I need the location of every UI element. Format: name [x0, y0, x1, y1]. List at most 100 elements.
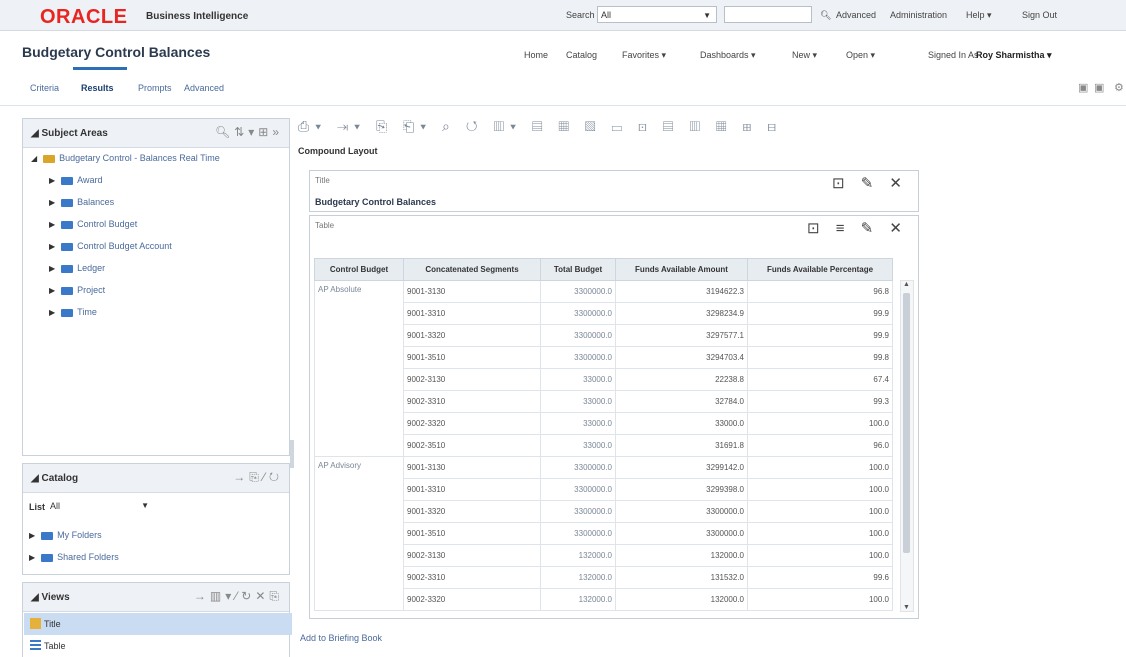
funds-pct-cell: 96.0 [747, 434, 893, 457]
total-budget-cell: 3300000.0 [540, 280, 616, 303]
settings-icon[interactable]: ⚙ [1114, 81, 1124, 94]
title-view-box: Title Budgetary Control Balances ⊡ ✎ ✕ [309, 170, 919, 212]
table-view-label: Table [315, 221, 335, 230]
title-view-actions[interactable]: ⊡ ✎ ✕ [832, 174, 908, 192]
folder-time[interactable]: ▶ Time [49, 307, 97, 317]
total-budget-cell: 3300000.0 [540, 522, 616, 545]
total-budget-cell: 132000.0 [540, 588, 616, 611]
funds-pct-cell: 100.0 [747, 456, 893, 479]
total-budget-cell: 3300000.0 [540, 500, 616, 523]
folder-project[interactable]: ▶ Project [49, 285, 105, 295]
search-scope-value: All [601, 10, 612, 20]
expand-icon: ▶ [49, 286, 56, 295]
col-total-budget[interactable]: Total Budget [540, 258, 616, 281]
funds-amount-cell: 3298234.9 [615, 302, 748, 325]
funds-pct-cell: 96.8 [747, 280, 893, 303]
nav-home[interactable]: Home [524, 50, 548, 60]
total-budget-cell: 33000.0 [540, 412, 616, 435]
advanced-search-link[interactable]: Advanced [836, 10, 876, 20]
catalog-title: ◢ Catalog [31, 473, 79, 484]
segment-cell: 9002-3310 [403, 566, 541, 589]
folder-shared-folders[interactable]: ▶ Shared Folders [29, 552, 119, 562]
chevron-down-icon: ▼ [703, 11, 711, 20]
search-icon[interactable]: 🔍︎ [820, 10, 831, 21]
subject-areas-panel: ◢ Subject Areas 🔍︎⇅▾⊞» ◢ Budgetary Contro… [22, 118, 290, 456]
folder-control-budget[interactable]: ▶ Control Budget [49, 219, 137, 229]
table-row: AP Advisory 9001-3130 3300000.0 3299142.… [314, 456, 893, 611]
nav-dashboards[interactable]: Dashboards ▾ [700, 50, 756, 61]
table-scrollbar[interactable]: ▲ ▼ [900, 280, 914, 612]
administration-link[interactable]: Administration [890, 10, 947, 20]
tab-criteria[interactable]: Criteria [30, 83, 59, 93]
save-as-icon[interactable]: ▣ [1094, 81, 1104, 94]
scroll-up-icon[interactable]: ▲ [903, 281, 910, 288]
panel-splitter[interactable] [290, 440, 294, 468]
folder-my-folders[interactable]: ▶ My Folders [29, 530, 102, 540]
expand-icon: ▶ [29, 531, 36, 540]
search-scope-select[interactable]: All ▼ [597, 6, 717, 23]
search-input[interactable] [724, 6, 812, 23]
tab-advanced[interactable]: Advanced [184, 83, 224, 93]
help-menu[interactable]: Help ▾ [966, 10, 992, 21]
col-concatenated-segments[interactable]: Concatenated Segments [403, 258, 541, 281]
views-tools[interactable]: →▥▾⁄↻✕⎘ [194, 589, 283, 604]
segment-cell: 9001-3320 [403, 500, 541, 523]
chevron-down-icon: ▼ [141, 501, 149, 510]
segment-cell: 9001-3130 [403, 456, 541, 479]
folder-icon [61, 220, 74, 229]
funds-amount-cell: 3297577.1 [615, 324, 748, 347]
funds-pct-cell: 100.0 [747, 588, 893, 611]
subject-areas-header: ◢ Subject Areas 🔍︎⇅▾⊞» [23, 119, 289, 148]
funds-amount-cell: 31691.8 [615, 434, 748, 457]
folder-balances[interactable]: ▶ Balances [49, 197, 114, 207]
nav-catalog[interactable]: Catalog [566, 50, 597, 60]
views-header: ◢ Views →▥▾⁄↻✕⎘ [23, 583, 289, 612]
col-control-budget[interactable]: Control Budget [314, 258, 404, 281]
total-budget-cell: 132000.0 [540, 544, 616, 567]
subject-area-root[interactable]: ◢ Budgetary Control - Balances Real Time [31, 153, 220, 163]
folder-ledger[interactable]: ▶ Ledger [49, 263, 105, 273]
tab-results[interactable]: Results [81, 83, 114, 93]
funds-pct-cell: 99.9 [747, 324, 893, 347]
subject-areas-tools[interactable]: 🔍︎⇅▾⊞» [215, 125, 283, 139]
catalog-list-select[interactable]: All ▼ [47, 498, 153, 514]
nav-open[interactable]: Open ▾ [846, 50, 875, 61]
catalog-tools[interactable]: →⎘⁄↻ [233, 470, 283, 485]
results-toolbar[interactable]: ⎙▾ ⇥▾ ⎘ ⎗▾ ⌕ ↺ ▥▾ ▤ ▦ ▧ ▭ ⊡ ▤ ▥ ▦ ⊞ ⊟ [298, 118, 782, 135]
nav-new[interactable]: New ▾ [792, 50, 817, 61]
funds-pct-cell: 100.0 [747, 412, 893, 435]
nav-favorites[interactable]: Favorites ▾ [622, 50, 666, 61]
save-icon[interactable]: ▣ [1078, 81, 1088, 94]
table-view-icon [30, 640, 41, 651]
header-divider [0, 105, 1126, 106]
add-to-briefing-book-link[interactable]: Add to Briefing Book [300, 633, 382, 643]
expand-icon: ▶ [49, 264, 56, 273]
catalog-list-value: All [50, 501, 61, 511]
total-budget-cell: 33000.0 [540, 368, 616, 391]
table-view-actions[interactable]: ⊡ ≡ ✎ ✕ [807, 219, 908, 237]
scrollbar-thumb[interactable] [903, 293, 910, 553]
tab-prompts[interactable]: Prompts [138, 83, 172, 93]
scroll-down-icon[interactable]: ▼ [903, 604, 910, 611]
folder-icon [61, 198, 74, 207]
folder-award[interactable]: ▶ Award [49, 175, 103, 185]
view-item-table[interactable]: Table [24, 635, 292, 657]
table-row: AP Absolute 9001-3130 3300000.0 3194622.… [314, 280, 893, 457]
segment-cell: 9001-3310 [403, 478, 541, 501]
col-funds-available-percentage[interactable]: Funds Available Percentage [747, 258, 893, 281]
user-menu[interactable]: Roy Sharmistha ▾ [976, 50, 1052, 61]
funds-amount-cell: 22238.8 [615, 368, 748, 391]
funds-pct-cell: 100.0 [747, 544, 893, 567]
title-view-icon [30, 618, 41, 629]
catalog-panel: ◢ Catalog →⎘⁄↻ List All ▼ ▶ My Folders ▶ S… [22, 463, 290, 575]
control-budget-cell: AP Advisory [314, 456, 404, 611]
funds-pct-cell: 99.9 [747, 302, 893, 325]
title-view-title: Budgetary Control Balances [315, 197, 437, 207]
sign-out-link[interactable]: Sign Out [1022, 10, 1057, 20]
total-budget-cell: 3300000.0 [540, 478, 616, 501]
title-view-label: Title [315, 176, 330, 185]
folder-control-budget-account[interactable]: ▶ Control Budget Account [49, 241, 172, 251]
col-funds-available-amount[interactable]: Funds Available Amount [615, 258, 748, 281]
catalog-list-label: List [29, 502, 46, 512]
view-item-title[interactable]: Title [24, 613, 292, 635]
